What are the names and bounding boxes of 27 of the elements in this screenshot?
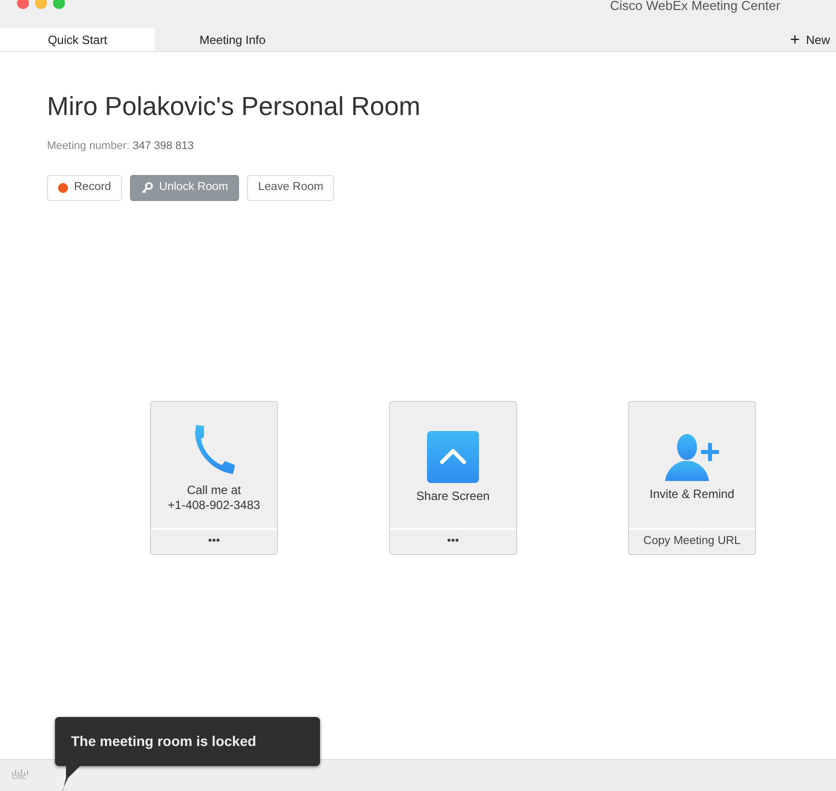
action-tile[interactable]: Invite & Remind Copy Meeting URL bbox=[628, 400, 756, 554]
phone-icon bbox=[192, 422, 236, 476]
tile-label: Invite & Remind bbox=[650, 487, 734, 502]
share-screen-icon bbox=[427, 431, 479, 483]
more-button[interactable]: ••• bbox=[390, 528, 516, 554]
key-icon bbox=[141, 182, 154, 194]
tab[interactable]: Quick Start bbox=[0, 28, 155, 51]
add-person-icon bbox=[665, 433, 719, 481]
window-control-icon[interactable] bbox=[17, 0, 29, 9]
more-button[interactable]: ••• bbox=[151, 528, 277, 554]
window-control-icon[interactable] bbox=[53, 0, 65, 9]
tile-label: Share Screen bbox=[416, 489, 490, 504]
plain-button[interactable]: Leave Room bbox=[247, 174, 334, 200]
meeting-number: Meeting number: 347 398 813 bbox=[47, 139, 195, 154]
tile-label: Call me at +1-408-902-3483 bbox=[168, 482, 260, 512]
action-tile[interactable]: Share Screen ••• bbox=[389, 400, 517, 554]
record-icon bbox=[58, 182, 68, 192]
record-button[interactable]: Record bbox=[47, 174, 122, 200]
window-title: Cisco WebEx Meeting Center bbox=[610, 0, 780, 15]
window-control-icon[interactable] bbox=[35, 0, 47, 9]
new-button[interactable]: + New bbox=[790, 28, 836, 51]
room-title: Miro Polakovic's Personal Room bbox=[47, 90, 422, 122]
copy-url-button[interactable]: Copy Meeting URL bbox=[629, 528, 755, 554]
tab[interactable]: Meeting Info bbox=[155, 28, 310, 51]
action-tile[interactable]: Call me at +1-408-902-3483 ••• bbox=[150, 400, 278, 554]
tooltip-pointer bbox=[60, 764, 84, 791]
tooltip: The meeting room is locked bbox=[55, 717, 320, 766]
